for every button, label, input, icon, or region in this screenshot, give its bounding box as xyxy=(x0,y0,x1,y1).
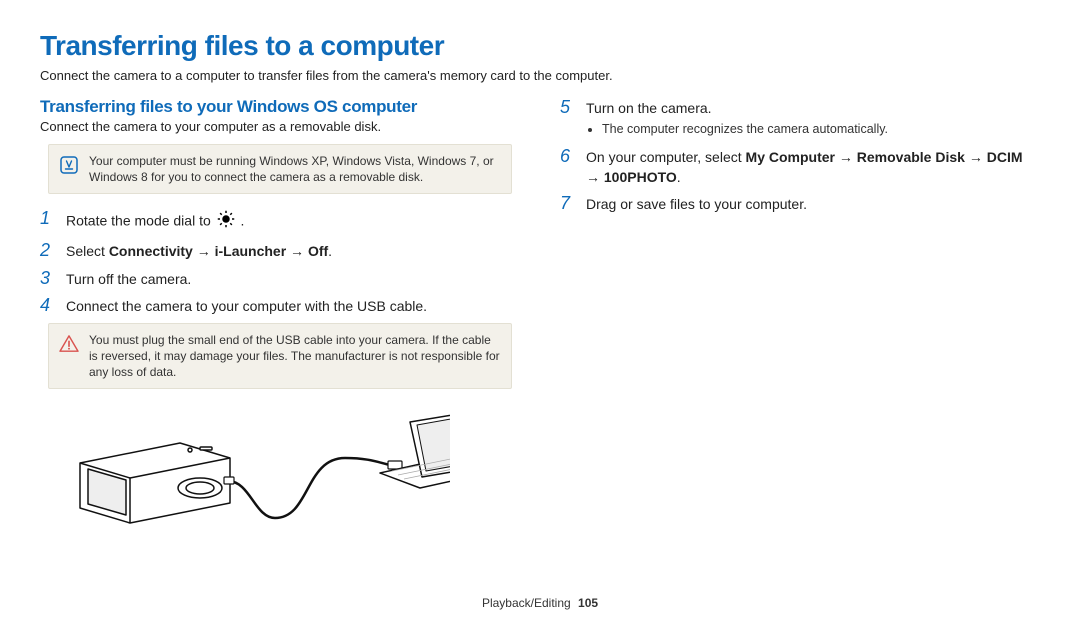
step-4: 4 Connect the camera to your computer wi… xyxy=(40,295,520,317)
step-5-text: Turn on the camera. xyxy=(586,100,712,116)
step-body: Rotate the mode dial to xyxy=(66,208,244,234)
step-body: Turn on the camera. The computer recogni… xyxy=(586,97,888,140)
step-3: 3 Turn off the camera. xyxy=(40,268,520,290)
step-2-tail: . xyxy=(328,243,332,259)
step-num: 7 xyxy=(560,193,578,215)
page: Transferring files to a computer Connect… xyxy=(0,0,1080,630)
step-num: 2 xyxy=(40,240,58,262)
step-6-arrow1: → xyxy=(835,149,857,165)
step-5-bullets: The computer recognizes the camera autom… xyxy=(602,121,888,139)
info-callout: Your computer must be running Windows XP… xyxy=(48,144,512,194)
info-text: Your computer must be running Windows XP… xyxy=(89,153,501,185)
step-body: Turn off the camera. xyxy=(66,268,191,290)
page-title: Transferring files to a computer xyxy=(40,30,1040,62)
step-7: 7 Drag or save files to your computer. xyxy=(560,193,1040,215)
warning-callout: You must plug the small end of the USB c… xyxy=(48,323,512,390)
warning-icon xyxy=(59,334,79,354)
footer-section: Playback/Editing xyxy=(482,596,571,610)
step-num: 5 xyxy=(560,97,578,119)
steps-right: 5 Turn on the camera. The computer recog… xyxy=(560,97,1040,215)
step-6-bold3: DCIM xyxy=(987,149,1023,165)
step-6-bold1: My Computer xyxy=(746,149,835,165)
step-6-arrow2: → xyxy=(965,149,987,165)
step-5: 5 Turn on the camera. The computer recog… xyxy=(560,97,1040,140)
step-body: Connect the camera to your computer with… xyxy=(66,295,427,317)
step-num: 3 xyxy=(40,268,58,290)
step-6-arrow3: → xyxy=(586,169,604,185)
step-body: Select Connectivity → i-Launcher → Off. xyxy=(66,240,332,262)
step-6: 6 On your computer, select My Computer →… xyxy=(560,146,1040,187)
section-sub: Connect the camera to your computer as a… xyxy=(40,119,520,134)
step-num: 1 xyxy=(40,208,58,230)
section-heading: Transferring files to your Windows OS co… xyxy=(40,97,520,117)
camera-laptop-illustration xyxy=(50,403,450,533)
warning-text: You must plug the small end of the USB c… xyxy=(89,332,501,381)
step-num: 6 xyxy=(560,146,578,168)
columns: Transferring files to your Windows OS co… xyxy=(40,97,1040,533)
step-2: 2 Select Connectivity → i-Launcher → Off… xyxy=(40,240,520,262)
info-icon xyxy=(59,155,79,175)
footer: Playback/Editing 105 xyxy=(0,596,1080,610)
step-6-bold4: 100PHOTO xyxy=(604,169,677,185)
step-6-bold2: Removable Disk xyxy=(857,149,965,165)
steps-left: 1 Rotate the mode dial to xyxy=(40,208,520,316)
right-column: 5 Turn on the camera. The computer recog… xyxy=(560,97,1040,533)
step-body: Drag or save files to your computer. xyxy=(586,193,807,215)
step-1-before: Rotate the mode dial to xyxy=(66,213,215,229)
step-1-after: . xyxy=(241,213,245,229)
step-2-lead: Select xyxy=(66,243,109,259)
step-2-bold: Connectivity → i-Launcher → Off xyxy=(109,243,328,259)
step-1: 1 Rotate the mode dial to xyxy=(40,208,520,234)
step-6-lead: On your computer, select xyxy=(586,149,746,165)
step-body: On your computer, select My Computer → R… xyxy=(586,146,1040,187)
mode-dial-icon xyxy=(217,210,235,234)
step-6-tail: . xyxy=(677,169,681,185)
page-intro: Connect the camera to a computer to tran… xyxy=(40,68,1040,83)
step-5-bullet-1: The computer recognizes the camera autom… xyxy=(602,121,888,139)
step-num: 4 xyxy=(40,295,58,317)
footer-page: 105 xyxy=(578,596,598,610)
left-column: Transferring files to your Windows OS co… xyxy=(40,97,520,533)
